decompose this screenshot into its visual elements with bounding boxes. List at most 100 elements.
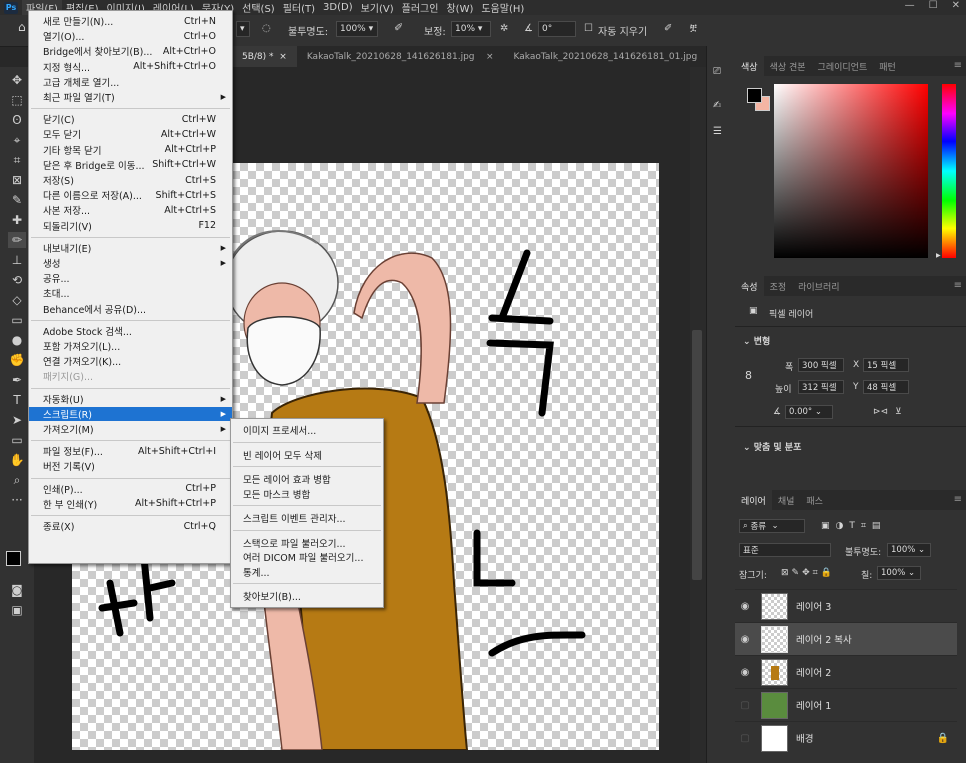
file-menu-item[interactable]: 기타 항목 닫기 Alt+Ctrl+P [29,143,232,157]
tab-kakaotalk-1[interactable]: KakaoTalk_20210628_141626181.jpg × [297,52,504,62]
hand-tool-icon[interactable]: ✋ [8,452,26,468]
brush-angle-input[interactable]: 0° [538,21,576,37]
file-menu-item[interactable]: 내보내기(E) ▶ [29,241,232,255]
fill-input[interactable]: 100% ⌄ [877,566,921,580]
lock-icons[interactable]: ⊠✎✥⌗🔒 [781,568,835,578]
menu-select[interactable]: 선택(S) [238,0,279,15]
transform-section-header[interactable]: ⌄ 변형 [743,334,770,347]
type-tool-icon[interactable]: T [8,392,26,408]
healing-tool-icon[interactable]: ✚ [8,212,26,228]
opacity-input[interactable]: 100% ▾ [336,21,378,37]
file-menu-item[interactable]: 지정 형식... Alt+Shift+Ctrl+O [29,60,232,74]
visibility-toggle-empty[interactable]: ▢ [735,733,755,744]
hue-slider-handle[interactable]: ▶ [936,252,941,259]
rectangle-tool-icon[interactable]: ▭ [8,432,26,448]
file-menu-item[interactable]: 닫은 후 Bridge로 이동... Shift+Ctrl+W [29,158,232,172]
scripts-menu-item[interactable]: 스크립트 이벤트 관리자... [243,511,346,525]
tab-layers[interactable]: 레이어 [735,490,772,510]
gradient-tool-icon[interactable]: ▭ [8,312,26,328]
file-menu-item[interactable]: 사본 저장... Alt+Ctrl+S [29,203,232,218]
close-window-button[interactable]: ✕ [952,0,960,11]
brush-settings-icon[interactable]: ✍ [713,100,721,111]
blend-mode-dropdown[interactable]: 표준 [739,543,831,557]
tab-color[interactable]: 색상 [735,56,764,76]
panel-menu-icon[interactable]: ≡ [954,494,962,505]
visibility-eye-icon[interactable]: ◉ [735,634,755,645]
quick-mask-icon[interactable]: ◙ [8,582,26,598]
smoothing-input[interactable]: 10% ▾ [451,21,491,37]
frame-tool-icon[interactable]: ⊠ [8,172,26,188]
menu-plugins[interactable]: 플러그인 [398,0,443,15]
link-icon[interactable]: 8 [745,369,752,382]
width-input[interactable]: 300 픽셀 [798,358,844,372]
move-tool-icon[interactable]: ✥ [8,72,26,88]
align-section-header[interactable]: ⌄ 맞춤 및 분포 [743,440,801,453]
layer-filter-dropdown[interactable]: ⌕ 종류 ⌄ [739,519,805,533]
file-menu-item[interactable]: 열기(O)... Ctrl+O [29,29,232,44]
file-menu-item[interactable]: 고급 개체로 열기... [29,75,232,89]
dodge-tool-icon[interactable]: ✊ [8,352,26,368]
file-menu-item[interactable]: 가져오기(M) ▶ [29,422,232,436]
hue-slider[interactable] [942,84,956,258]
panel-menu-icon[interactable]: ≡ [954,60,962,71]
file-menu-item[interactable]: 다른 이름으로 저장(A)... Shift+Ctrl+S [29,188,232,203]
file-menu-item[interactable]: 새로 만들기(N)... Ctrl+N [29,14,232,29]
file-menu-item[interactable]: 버전 기록(V) [29,459,232,473]
menu-view[interactable]: 보기(V) [357,0,398,15]
file-menu-item[interactable]: 포함 가져오기(L)... [29,339,232,353]
mode-dropdown[interactable]: ▾ [236,21,250,37]
quick-select-tool-icon[interactable]: ⌖ [8,132,26,148]
menu-3d[interactable]: 3D(D) [319,2,357,13]
visibility-eye-icon[interactable]: ◉ [735,601,755,612]
layer-filter-icons[interactable]: ▣◑T⌗▤ [821,521,886,531]
tab-properties[interactable]: 속성 [735,276,764,296]
layer-row[interactable]: ◉ 레이어 3 [735,589,957,622]
flip-horizontal-icon[interactable]: ⊳⊲ [873,407,888,417]
file-menu-item[interactable]: Behance에서 공유(D)... [29,302,232,316]
height-input[interactable]: 312 픽셀 [798,380,844,394]
lasso-tool-icon[interactable]: ʘ [8,112,26,128]
tab-paths[interactable]: 패스 [800,490,829,510]
minimize-button[interactable]: — [905,0,915,11]
layer-row[interactable]: ◉ 레이어 2 [735,655,957,688]
file-menu-item[interactable]: 종료(X) Ctrl+Q [29,519,232,534]
eyedropper-tool-icon[interactable]: ✎ [8,192,26,208]
crop-tool-icon[interactable]: ⌗ [8,152,26,168]
tab-patterns[interactable]: 패턴 [873,56,902,76]
file-menu-item[interactable]: 자동화(U) ▶ [29,392,232,406]
y-input[interactable]: 48 픽셀 [863,380,909,394]
file-menu-item[interactable]: 파일 정보(F)... Alt+Shift+Ctrl+I [29,444,232,459]
tab-channels[interactable]: 채널 [772,490,801,510]
zoom-tool-icon[interactable]: ⌕ [8,472,26,488]
path-select-tool-icon[interactable]: ➤ [8,412,26,428]
scrollbar-thumb[interactable] [692,330,702,580]
file-menu-item[interactable]: 모두 닫기 Alt+Ctrl+W [29,127,232,142]
layer-row[interactable]: ▢ 배경 🔒 [735,721,957,754]
more-tools-icon[interactable]: ··· [8,492,26,508]
stamp-tool-icon[interactable]: ⊥ [8,252,26,268]
layer-row[interactable]: ▢ 레이어 1 [735,688,957,721]
color-fg-swatch[interactable] [747,88,762,103]
tab-libraries[interactable]: 라이브러리 [792,276,845,296]
scripts-menu-item[interactable]: 모든 마스크 병합 [243,487,310,501]
screen-mode-icon[interactable]: ▣ [8,602,26,618]
x-input[interactable]: 15 픽셀 [863,358,909,372]
tab-kakaotalk-2[interactable]: KakaoTalk_20210628_141626181_01.jpg × [504,52,727,62]
file-menu-item[interactable]: Adobe Stock 검색... [29,324,232,338]
tab-gradients[interactable]: 그레이디언트 [812,56,874,76]
file-menu-item[interactable]: Bridge에서 찾아보기(B)... Alt+Ctrl+O [29,44,232,59]
scripts-menu-item[interactable]: 모든 레이어 효과 병합 [243,472,331,486]
layer-opacity-input[interactable]: 100% ⌄ [887,543,931,557]
auto-erase-checkbox[interactable]: ☐ [584,23,593,34]
tab-current-document[interactable]: 5B/8) * × [232,46,297,67]
scripts-menu-item[interactable]: 스택으로 파일 불러오기... [243,536,346,550]
history-panel-icon[interactable]: ⎚ [713,66,721,77]
blur-tool-icon[interactable]: ● [8,332,26,348]
color-picker-field[interactable] [774,84,928,258]
scripts-menu-item[interactable]: 여러 DICOM 파일 불러오기... [243,550,363,564]
pressure-opacity-icon[interactable]: ◌ [262,23,271,34]
layer-row[interactable]: ◉ 레이어 2 복사 [735,622,957,655]
pressure-size-icon[interactable]: ✐ [664,23,672,34]
pen-tool-icon[interactable]: ✒ [8,372,26,388]
file-menu-item[interactable]: 공유... [29,271,232,285]
